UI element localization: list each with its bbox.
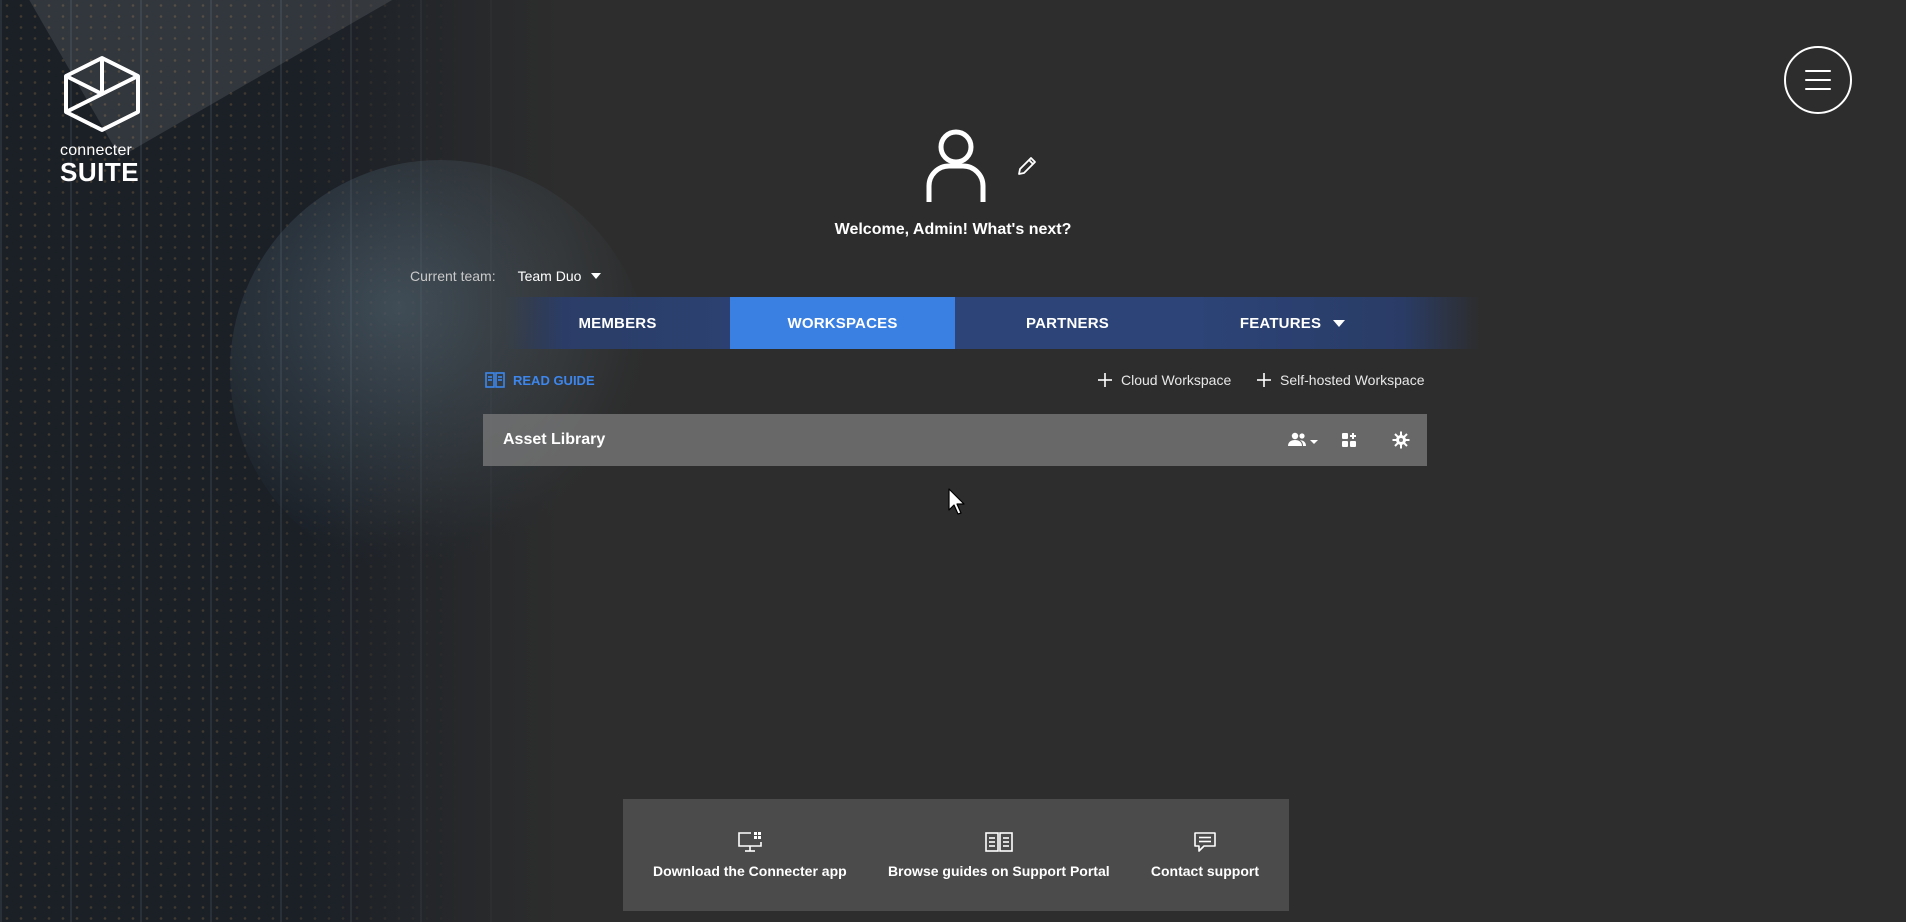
people-icon — [1288, 432, 1318, 446]
mouse-cursor-icon — [948, 488, 966, 521]
plus-icon — [1098, 373, 1112, 387]
chat-icon — [1194, 832, 1216, 852]
workspace-settings-button[interactable] — [1389, 431, 1413, 449]
caret-down-icon — [591, 273, 602, 279]
contact-support-label: Contact support — [1150, 863, 1259, 879]
download-app-label: Download the Connecter app — [653, 863, 847, 879]
tab-partners-label: PARTNERS — [1026, 314, 1109, 332]
plus-icon — [1257, 373, 1271, 387]
workspace-apps-button[interactable] — [1337, 432, 1361, 448]
tab-members[interactable]: MEMBERS — [505, 297, 730, 349]
user-icon — [926, 129, 986, 202]
tab-workspaces-label: WORKSPACES — [787, 314, 898, 332]
workspace-row[interactable]: Asset Library — [483, 414, 1427, 466]
book-icon — [984, 832, 1013, 852]
apps-grid-icon — [1342, 433, 1356, 447]
app-logo[interactable]: connecter SUITE — [60, 54, 150, 187]
tab-workspaces[interactable]: WORKSPACES — [730, 297, 955, 349]
gear-icon — [1392, 431, 1410, 449]
add-cloud-workspace-button[interactable]: Cloud Workspace — [1097, 372, 1231, 388]
team-selector-row: Current team: Team Duo — [410, 268, 602, 284]
tab-features[interactable]: FEATURES — [1180, 297, 1405, 349]
add-self-hosted-workspace-label: Self-hosted Workspace — [1280, 372, 1425, 388]
menu-button[interactable] — [1784, 46, 1852, 114]
support-portal-link[interactable]: Browse guides on Support Portal — [888, 831, 1110, 879]
footer-panel: Download the Connecter app Browse guides… — [623, 799, 1289, 911]
hamburger-icon — [1805, 70, 1831, 90]
team-label: Current team: — [410, 268, 496, 284]
add-cloud-workspace-label: Cloud Workspace — [1121, 372, 1232, 388]
download-app-link[interactable]: Download the Connecter app — [653, 831, 847, 879]
read-guide-label: READ GUIDE — [513, 372, 595, 388]
welcome-message: Welcome, Admin! What's next? — [834, 221, 1072, 238]
brand-name-bottom: SUITE — [60, 157, 140, 187]
book-icon — [485, 372, 505, 388]
team-dropdown-value: Team Duo — [517, 268, 582, 284]
cube-logo-icon — [64, 56, 140, 132]
team-dropdown[interactable]: Team Duo — [518, 268, 602, 284]
workspace-name: Asset Library — [503, 431, 606, 448]
add-self-hosted-workspace-button[interactable]: Self-hosted Workspace — [1256, 372, 1424, 388]
edit-profile-icon[interactable] — [1016, 155, 1038, 177]
support-portal-label: Browse guides on Support Portal — [887, 863, 1110, 879]
avatar[interactable] — [925, 128, 987, 204]
tab-features-label: FEATURES — [1239, 314, 1322, 332]
caret-down-icon — [1333, 319, 1346, 327]
main-tabs: MEMBERS WORKSPACES PARTNERS FEATURES — [505, 297, 1480, 349]
contact-support-link[interactable]: Contact support — [1151, 831, 1259, 879]
workspace-members-button[interactable] — [1283, 432, 1323, 448]
read-guide-link[interactable]: READ GUIDE — [485, 372, 595, 388]
monitor-icon — [738, 832, 762, 852]
tab-members-label: MEMBERS — [578, 314, 657, 332]
tab-partners[interactable]: PARTNERS — [955, 297, 1180, 349]
